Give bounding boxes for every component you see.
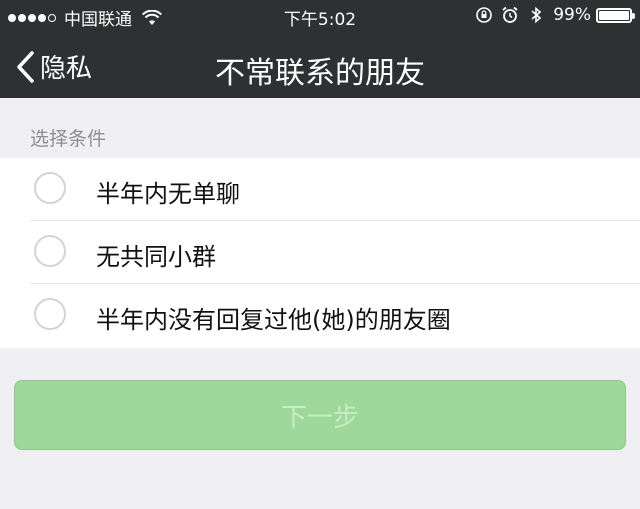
option-label: 无共同小群 [96,243,216,271]
options-list: 半年内无单聊 无共同小群 半年内没有回复过他(她)的朋友圈 [0,158,640,348]
radio-button[interactable] [34,172,66,204]
option-row-no-moments-reply[interactable]: 半年内没有回复过他(她)的朋友圈 [0,284,640,347]
page-title: 不常联系的朋友 [215,56,425,91]
next-step-button[interactable]: 下一步 [14,380,626,450]
navigation-bar: 隐私 不常联系的朋友 [0,32,640,98]
battery-percent: 99% [553,5,591,25]
status-bar: 中国联通 下午5:02 99% [0,0,640,32]
radio-button[interactable] [34,298,66,330]
section-label: 选择条件 [30,128,107,150]
battery-cap [632,12,635,19]
alarm-clock-icon [501,6,519,24]
radio-button[interactable] [34,235,66,267]
option-label: 半年内无单聊 [96,180,240,208]
status-right: 99% [467,5,635,25]
bluetooth-icon [527,6,545,24]
battery-fill [599,10,629,20]
option-row-no-common-group[interactable]: 无共同小群 [0,221,640,284]
battery-icon [596,7,635,23]
orientation-lock-icon [475,6,493,24]
option-label: 半年内没有回复过他(她)的朋友圈 [96,306,451,334]
option-row-no-private-chat[interactable]: 半年内无单聊 [0,158,640,221]
